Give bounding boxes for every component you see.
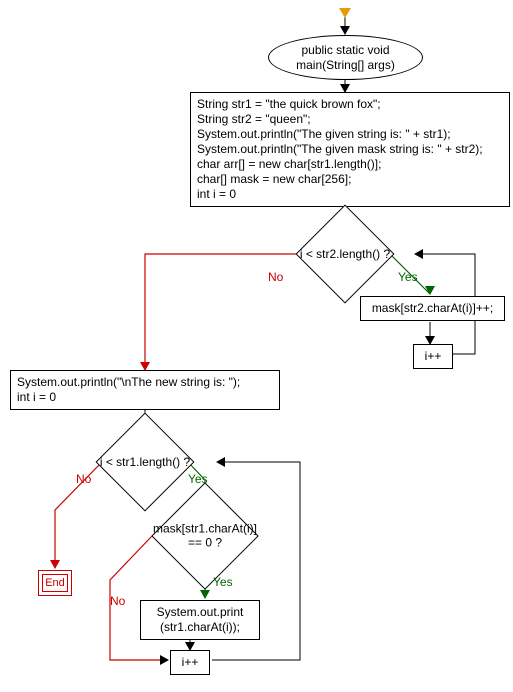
inc2-label: i++ xyxy=(182,655,199,669)
mask-stmt-label: mask[str2.charAt(i)]++; xyxy=(372,301,493,315)
cond3-diamond: mask[str1.charAt(i)] == 0 ? xyxy=(167,498,243,574)
mask-stmt: mask[str2.charAt(i)]++; xyxy=(360,296,505,321)
inc1-box: i++ xyxy=(413,344,453,369)
arrow-icon xyxy=(50,560,60,569)
init-line: char arr[] = new char[str1.length()]; xyxy=(197,157,503,172)
init-line: String str2 = "queen"; xyxy=(197,112,503,127)
arrow-icon xyxy=(414,249,423,259)
arrow-icon xyxy=(425,286,435,295)
init-block: String str1 = "the quick brown fox"; Str… xyxy=(190,92,510,207)
cond3-label: mask[str1.charAt(i)] == 0 ? xyxy=(140,522,270,551)
cond2-no-label: No xyxy=(76,472,91,486)
cond1-label: i < str2.length() ? xyxy=(300,247,390,261)
init-line: char[] mask = new char[256]; xyxy=(197,172,503,187)
print-stmt: System.out.print (str1.charAt(i)); xyxy=(140,600,260,640)
print-stmt-line1: System.out.print xyxy=(147,605,253,620)
cond1-no-label: No xyxy=(268,270,283,284)
init-line: System.out.println("The given string is:… xyxy=(197,127,503,142)
inc1-label: i++ xyxy=(425,349,442,363)
print-header-line: System.out.println("\nThe new string is:… xyxy=(17,375,273,390)
arrow-icon xyxy=(200,590,210,599)
cond3-line1: mask[str1.charAt(i)] xyxy=(153,522,257,536)
init-line: String str1 = "the quick brown fox"; xyxy=(197,97,503,112)
cond1-yes-label: Yes xyxy=(398,270,418,284)
flowchart-canvas: public static void main(String[] args) S… xyxy=(0,0,513,692)
arrow-icon xyxy=(160,655,169,665)
cond3-yes-label: Yes xyxy=(213,575,233,589)
print-header-block: System.out.println("\nThe new string is:… xyxy=(10,370,280,410)
init-line: System.out.println("The given mask strin… xyxy=(197,142,503,157)
cond1-diamond: i < str2.length() ? xyxy=(310,219,380,289)
start-arrow-icon xyxy=(339,8,351,18)
print-header-line: int i = 0 xyxy=(17,390,273,405)
start-label: public static void main(String[] args) xyxy=(296,43,395,73)
arrow-icon xyxy=(216,457,225,467)
cond2-label: i < str1.length() ? xyxy=(100,455,190,469)
end-label: End xyxy=(45,577,65,589)
cond3-line2: == 0 ? xyxy=(188,536,222,550)
cond3-no-label: No xyxy=(110,594,125,608)
end-node: End xyxy=(38,570,72,596)
cond2-diamond: i < str1.length() ? xyxy=(110,427,180,497)
arrow-icon xyxy=(340,26,350,35)
inc2-box: i++ xyxy=(170,650,210,675)
start-node: public static void main(String[] args) xyxy=(268,35,423,80)
print-stmt-line2: (str1.charAt(i)); xyxy=(147,620,253,635)
init-line: int i = 0 xyxy=(197,187,503,202)
